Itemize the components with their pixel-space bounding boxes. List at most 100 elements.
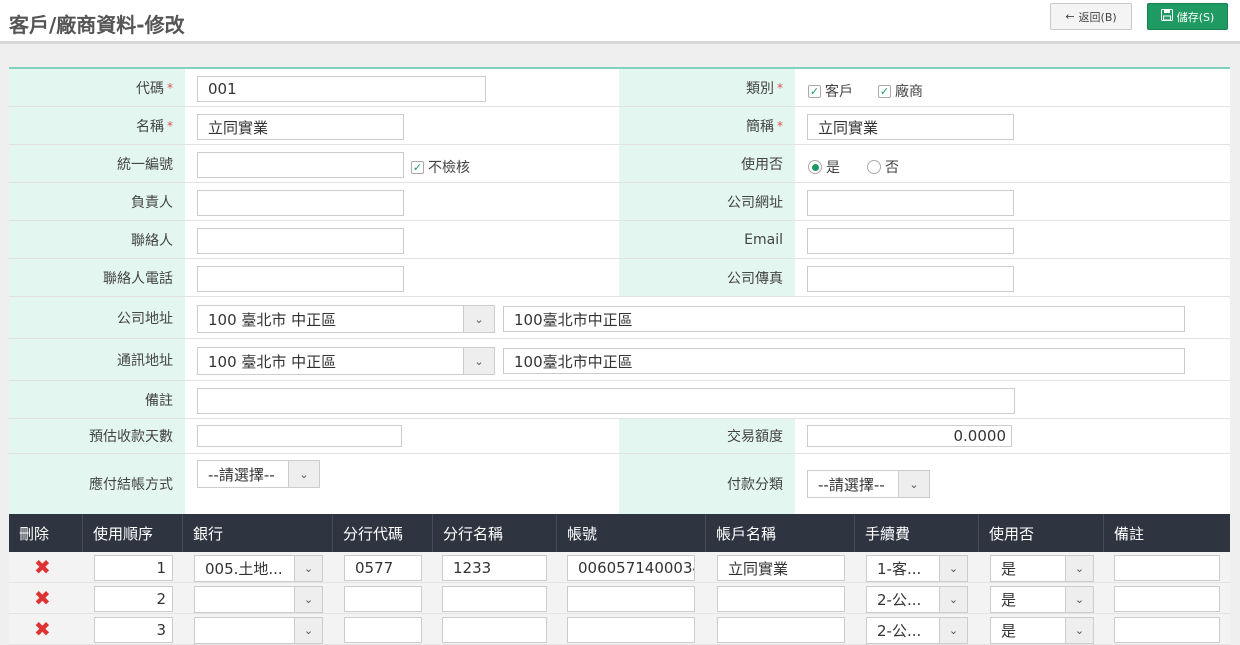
tax-id-input[interactable] xyxy=(197,152,404,178)
collection-days-input[interactable] xyxy=(197,425,402,447)
floppy-disk-icon xyxy=(1160,9,1173,24)
name-label: 名稱 * xyxy=(9,107,185,144)
remark-cell-input[interactable] xyxy=(1114,586,1220,612)
active-select[interactable]: 是 ⌄ xyxy=(990,555,1094,582)
collection-days-label: 預估收款天數 xyxy=(9,419,185,453)
contact-phone-input[interactable] xyxy=(197,266,404,292)
form-row-name: 名稱 * 立同實業 簡稱 * 立同實業 xyxy=(9,107,1230,145)
owner-input[interactable] xyxy=(197,190,404,216)
order-input[interactable]: 3 xyxy=(94,617,173,643)
website-input[interactable] xyxy=(807,190,1014,216)
chevron-down-icon: ⌄ xyxy=(294,618,322,643)
order-input[interactable]: 2 xyxy=(94,586,173,612)
col-header-account-name[interactable]: 帳戶名稱 xyxy=(706,514,855,552)
credit-limit-input[interactable]: 0.0000 xyxy=(807,425,1012,447)
chevron-down-icon: ⌄ xyxy=(1065,587,1093,612)
branch-name-input[interactable] xyxy=(442,617,547,643)
contact-input[interactable] xyxy=(197,228,404,254)
checkmark-icon: ✓ xyxy=(878,84,891,98)
company-address-input[interactable]: 100臺北市中正區 xyxy=(503,306,1185,332)
account-input[interactable]: 0060571400034 xyxy=(567,555,695,581)
email-label: Email xyxy=(619,221,795,258)
col-header-remark[interactable]: 備註 xyxy=(1104,514,1230,552)
mail-address-input[interactable]: 100臺北市中正區 xyxy=(503,348,1185,374)
col-header-fee[interactable]: 手續費 xyxy=(855,514,979,552)
active-yes-radio[interactable]: 是 xyxy=(808,157,840,177)
back-button[interactable]: ← 返回(B) xyxy=(1050,3,1132,30)
col-header-delete: 刪除 xyxy=(9,514,83,552)
active-select[interactable]: 是 ⌄ xyxy=(990,586,1094,613)
account-input[interactable] xyxy=(567,617,695,643)
payable-method-select[interactable]: --請選擇-- ⌄ xyxy=(197,460,320,488)
active-no-radio[interactable]: 否 xyxy=(867,157,899,177)
col-header-order[interactable]: 使用順序 xyxy=(83,514,183,552)
chevron-down-icon: ⌄ xyxy=(288,461,319,487)
mail-address-label: 通訊地址 xyxy=(9,339,185,380)
top-bar: 客戶/廠商資料-修改 ← 返回(B) 儲存(S) xyxy=(0,0,1240,44)
form-row-contact: 聯絡人 Email xyxy=(9,221,1230,259)
chevron-down-icon: ⌄ xyxy=(939,587,967,612)
form-row-tax-id: 統一編號 ✓ 不檢核 使用否 是 否 xyxy=(9,145,1230,183)
branch-name-input[interactable]: 1233 xyxy=(442,555,547,581)
form-row-mail-address: 通訊地址 100 臺北市 中正區 ⌄ 100臺北市中正區 xyxy=(9,339,1230,381)
credit-limit-label: 交易額度 xyxy=(619,419,795,453)
save-button[interactable]: 儲存(S) xyxy=(1147,3,1228,30)
fee-select[interactable]: 2-公... ⌄ xyxy=(866,586,968,613)
tax-id-label: 統一編號 xyxy=(9,145,185,182)
fax-input[interactable] xyxy=(807,266,1014,292)
code-input[interactable]: 001 xyxy=(197,76,486,102)
active-select[interactable]: 是 ⌄ xyxy=(990,617,1094,644)
table-row: ✖ 2 ⌄ 2-公... ⌄ 是 ⌄ xyxy=(9,583,1230,614)
radio-selected-icon xyxy=(808,160,822,174)
branch-name-input[interactable] xyxy=(442,586,547,612)
remark-input[interactable] xyxy=(197,388,1015,414)
account-name-input[interactable] xyxy=(717,617,845,643)
fee-select[interactable]: 2-公... ⌄ xyxy=(866,617,968,644)
no-check-checkbox[interactable]: ✓ 不檢核 xyxy=(411,157,470,177)
arrow-left-icon: ← xyxy=(1065,10,1075,23)
category-customer-checkbox[interactable]: ✓ 客戶 xyxy=(808,81,853,101)
account-name-input[interactable]: 立同實業 xyxy=(717,555,845,581)
chevron-down-icon: ⌄ xyxy=(463,348,494,374)
contact-phone-label: 聯絡人電話 xyxy=(9,259,185,296)
account-name-input[interactable] xyxy=(717,586,845,612)
payment-category-select[interactable]: --請選擇-- ⌄ xyxy=(807,470,930,498)
branch-code-input[interactable] xyxy=(344,617,422,643)
account-input[interactable] xyxy=(567,586,695,612)
company-district-select[interactable]: 100 臺北市 中正區 ⌄ xyxy=(197,305,495,333)
chevron-down-icon: ⌄ xyxy=(294,556,322,581)
category-vendor-checkbox[interactable]: ✓ 廠商 xyxy=(878,81,923,101)
contact-label: 聯絡人 xyxy=(9,221,185,258)
email-input[interactable] xyxy=(807,228,1014,254)
col-header-active[interactable]: 使用否 xyxy=(979,514,1104,552)
fee-select[interactable]: 1-客... ⌄ xyxy=(866,555,968,582)
form-row-remark: 備註 xyxy=(9,381,1230,419)
website-label: 公司網址 xyxy=(619,183,795,220)
order-input[interactable]: 1 xyxy=(94,555,173,581)
name-input[interactable]: 立同實業 xyxy=(197,114,404,140)
col-header-branch-code[interactable]: 分行代碼 xyxy=(333,514,433,552)
payable-method-label: 應付結帳方式 xyxy=(9,454,185,514)
delete-row-icon[interactable]: ✖ xyxy=(34,557,51,577)
bank-select[interactable]: 005.土地... ⌄ xyxy=(194,555,323,582)
remark-cell-input[interactable] xyxy=(1114,617,1220,643)
chevron-down-icon: ⌄ xyxy=(898,471,929,497)
short-name-label: 簡稱 * xyxy=(619,107,795,144)
category-label: 類別 * xyxy=(619,69,795,106)
bank-select[interactable]: ⌄ xyxy=(194,617,323,644)
remark-cell-input[interactable] xyxy=(1114,555,1220,581)
branch-code-input[interactable]: 0577 xyxy=(344,555,422,581)
branch-code-input[interactable] xyxy=(344,586,422,612)
page-title: 客戶/廠商資料-修改 xyxy=(9,13,185,37)
delete-row-icon[interactable]: ✖ xyxy=(34,619,51,639)
col-header-branch-name[interactable]: 分行名稱 xyxy=(433,514,557,552)
col-header-account[interactable]: 帳號 xyxy=(557,514,706,552)
col-header-bank[interactable]: 銀行 xyxy=(183,514,333,552)
checkmark-icon: ✓ xyxy=(808,84,821,98)
short-name-input[interactable]: 立同實業 xyxy=(807,114,1014,140)
save-button-label: 儲存(S) xyxy=(1176,10,1215,24)
mail-district-select[interactable]: 100 臺北市 中正區 ⌄ xyxy=(197,347,495,375)
delete-row-icon[interactable]: ✖ xyxy=(34,588,51,608)
form-panel: 代碼 * 001 類別 * ✓ 客戶 ✓ 廠商 名稱 * 立同實業 簡稱 * 立同實業 … xyxy=(9,67,1230,645)
bank-select[interactable]: ⌄ xyxy=(194,586,323,613)
